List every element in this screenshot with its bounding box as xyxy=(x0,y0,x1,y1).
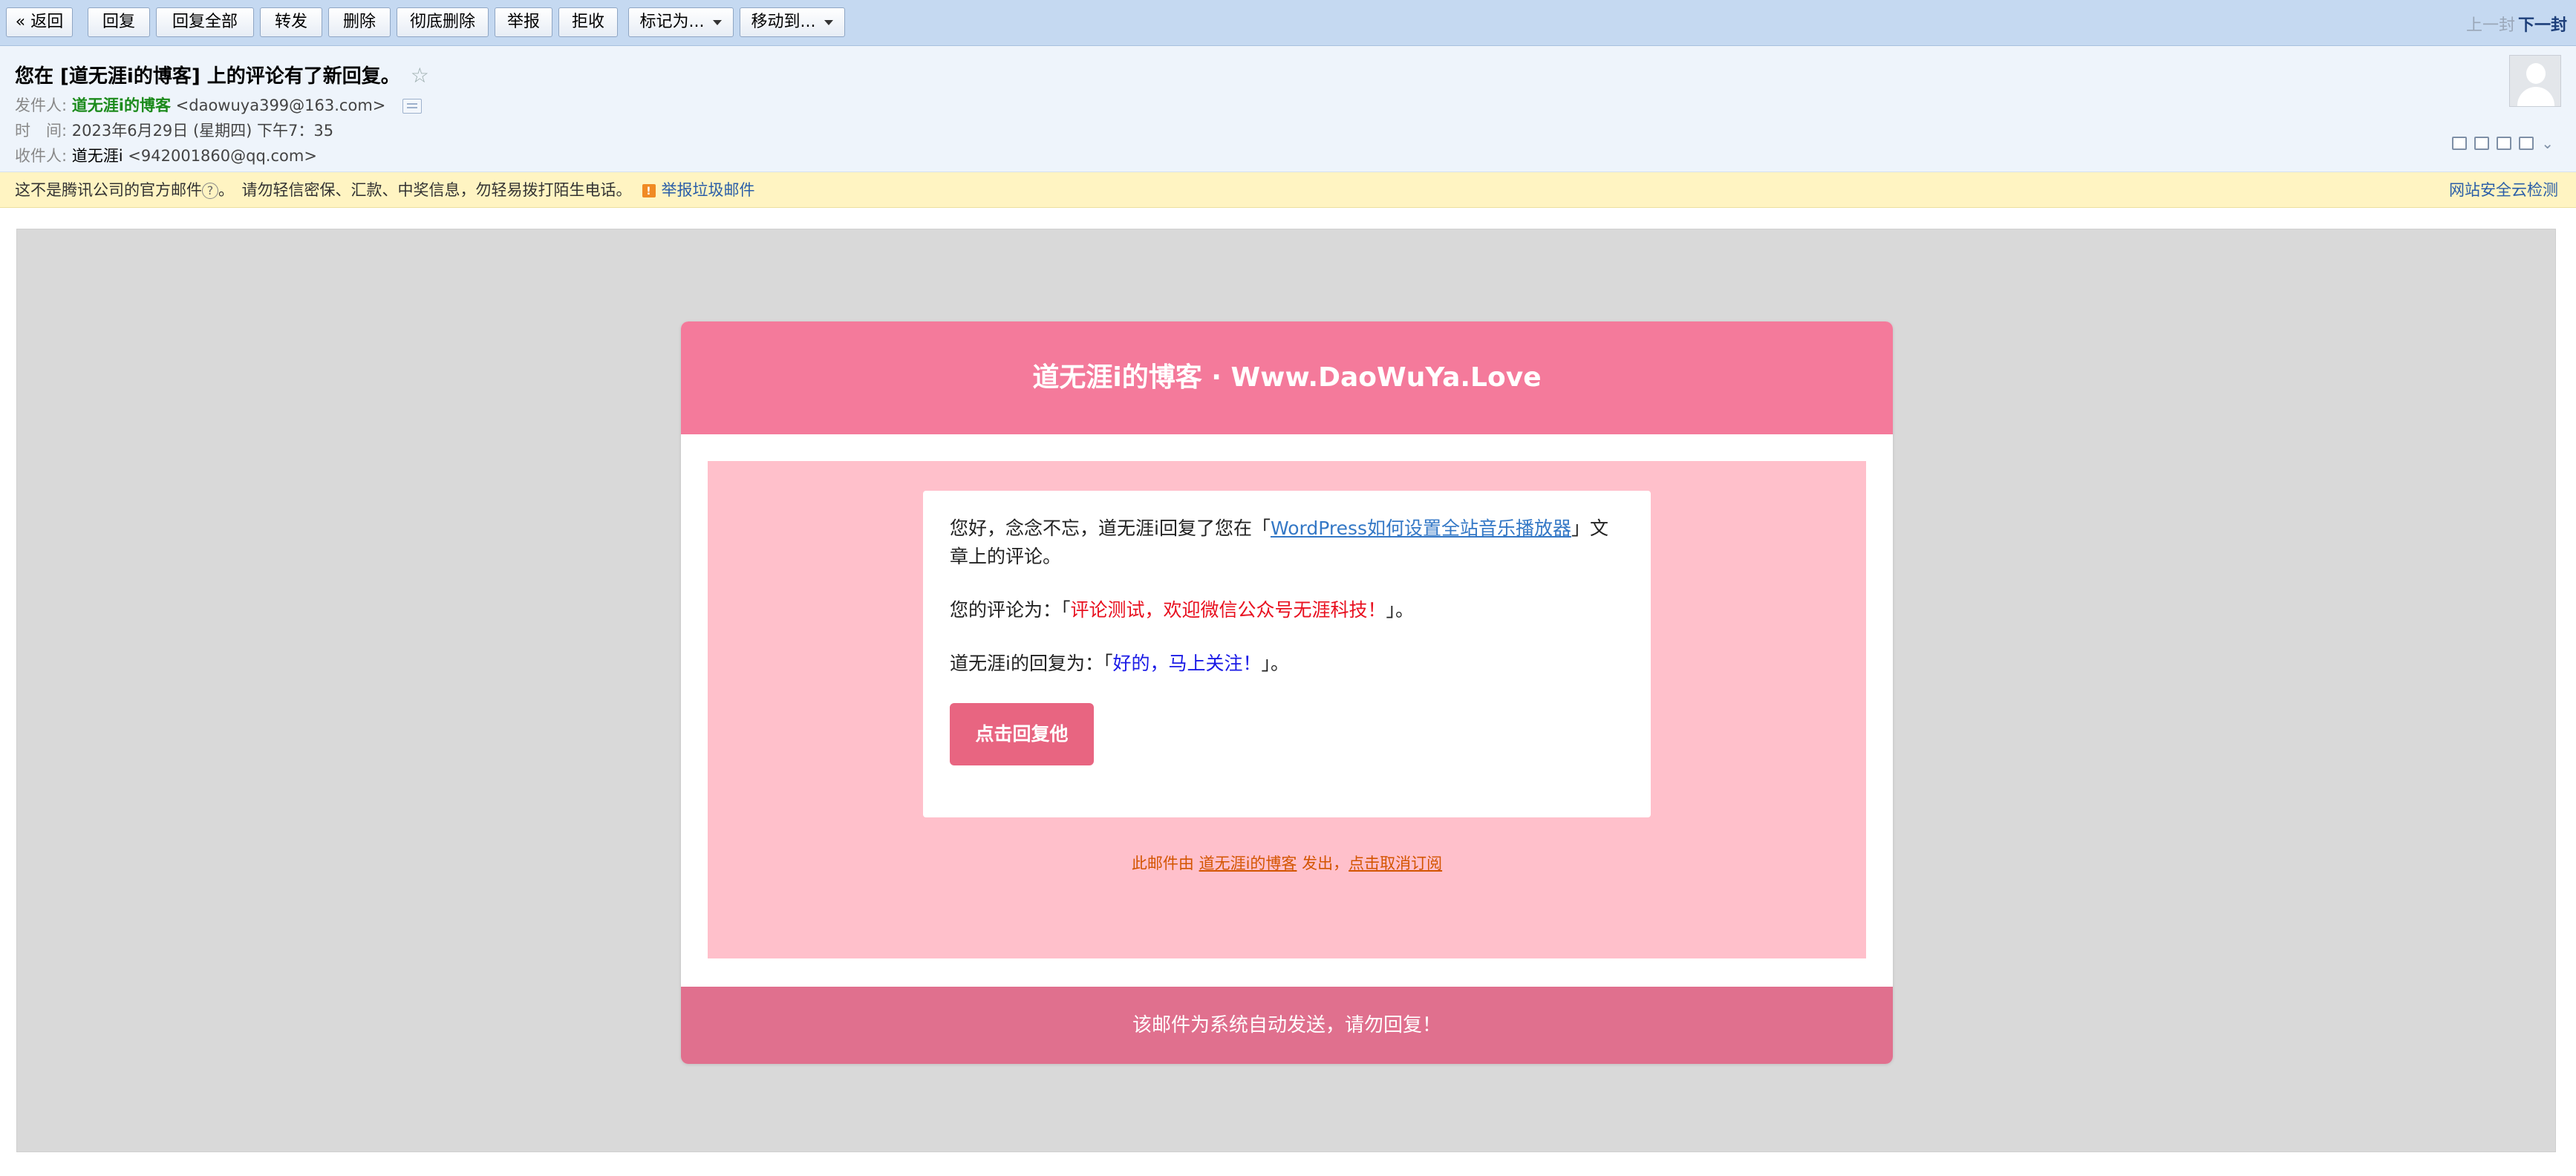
delete-button[interactable]: 删除 xyxy=(328,7,391,37)
reply-him-button[interactable]: 点击回复他 xyxy=(950,703,1094,765)
article-link[interactable]: WordPress如何设置全站音乐播放器 xyxy=(1271,517,1571,539)
mail-header: 您在 [道无涯i的博客] 上的评论有了新回复。 ☆ 发件人: 道无涯i的博客 <d… xyxy=(0,46,2576,172)
mark-as-label: 标记为... xyxy=(639,13,705,31)
warning-text-1: 这不是腾讯公司的官方邮件 xyxy=(15,181,202,199)
to-row: 收件人: 道无涯i <942001860@qq.com> xyxy=(15,144,317,166)
mail-subject: 您在 [道无涯i的博客] 上的评论有了新回复。 ☆ xyxy=(15,61,429,88)
greeting-paragraph: 您好，念念不忘，道无涯i回复了您在「WordPress如何设置全站音乐播放器」文… xyxy=(950,514,1624,571)
from-label: 发件人: xyxy=(15,97,68,114)
recipient-email: <942001860@qq.com> xyxy=(128,147,317,165)
star-icon[interactable]: ☆ xyxy=(411,63,429,88)
avatar xyxy=(2509,55,2561,107)
to-label: 收件人: xyxy=(15,147,68,165)
sender-email: <daowuya399@163.com> xyxy=(175,97,386,114)
footnote-middle: 发出， xyxy=(1297,855,1349,872)
email-card-title: 道无涯i的博客 · Www.DaoWuYa.Love xyxy=(681,321,1893,434)
chevron-down-icon[interactable]: ⌄ xyxy=(2541,136,2554,151)
header-tools: ⌄ xyxy=(2452,136,2554,151)
time-row: 时 间: 2023年6月29日 (星期四) 下午7：35 xyxy=(15,119,333,141)
unsubscribe-link[interactable]: 点击取消订阅 xyxy=(1349,855,1442,872)
email-footnote: 此邮件由 道无涯i的博客 发出，点击取消订阅 xyxy=(708,852,1866,874)
time-label: 时 间: xyxy=(15,122,68,140)
reply-paragraph: 道无涯i的回复为：「好的，马上关注！」。 xyxy=(950,650,1624,678)
greeting-before: 您好，念念不忘，道无涯i回复了您在「 xyxy=(950,517,1271,539)
reply-label: 道无涯i的回复为：「 xyxy=(950,653,1113,674)
email-card: 道无涯i的博客 · Www.DaoWuYa.Love 您好，念念不忘，道无涯i回… xyxy=(681,321,1893,1064)
email-body-canvas: 道无涯i的博客 · Www.DaoWuYa.Love 您好，念念不忘，道无涯i回… xyxy=(16,229,2556,1152)
subject-text: 您在 [道无涯i的博客] 上的评论有了新回复。 xyxy=(15,65,400,88)
comment-paragraph: 您的评论为：「评论测试，欢迎微信公众号无涯科技！」。 xyxy=(950,596,1624,624)
comment-end: 」。 xyxy=(1386,599,1415,621)
reply-button[interactable]: 回复 xyxy=(88,7,150,37)
warning-text-2: 。 请勿轻信密保、汇款、中奖信息，勿轻易拨打陌生电话。 xyxy=(218,181,632,199)
prev-mail-link[interactable]: 上一封 xyxy=(2466,12,2515,36)
reply-text: 好的，马上关注！ xyxy=(1112,653,1262,674)
reply-end: 」。 xyxy=(1261,653,1289,674)
reject-button[interactable]: 拒收 xyxy=(558,7,618,37)
blog-link[interactable]: 道无涯i的博客 xyxy=(1199,855,1297,872)
comment-label: 您的评论为：「 xyxy=(950,599,1071,621)
delete-permanently-button[interactable]: 彻底删除 xyxy=(397,7,489,37)
report-spam-link[interactable]: 举报垃圾邮件 xyxy=(662,181,755,199)
report-button[interactable]: 举报 xyxy=(495,7,552,37)
move-to-label: 移动到... xyxy=(751,13,816,31)
comment-text: 评论测试，欢迎微信公众号无涯科技！ xyxy=(1070,599,1386,621)
move-to-dropdown[interactable]: 移动到... xyxy=(740,7,845,37)
new-window-icon[interactable] xyxy=(2452,137,2468,150)
sender-name[interactable]: 道无涯i的博客 xyxy=(72,97,171,114)
reply-all-button[interactable]: 回复全部 xyxy=(156,7,254,37)
email-card-footer: 该邮件为系统自动发送，请勿回复！ xyxy=(681,987,1893,1064)
message-box: 您好，念念不忘，道无涯i回复了您在「WordPress如何设置全站音乐播放器」文… xyxy=(923,491,1651,817)
report-icon xyxy=(642,174,656,209)
chevron-down-icon xyxy=(824,19,834,25)
warning-message: 这不是腾讯公司的官方邮件?。 请勿轻信密保、汇款、中奖信息，勿轻易拨打陌生电话。… xyxy=(15,172,755,209)
export-icon[interactable] xyxy=(2497,137,2512,150)
security-warning-bar: 这不是腾讯公司的官方邮件?。 请勿轻信密保、汇款、中奖信息，勿轻易拨打陌生电话。… xyxy=(0,172,2576,209)
view-source-icon[interactable] xyxy=(2474,137,2490,150)
mark-as-dropdown[interactable]: 标记为... xyxy=(628,7,734,37)
print-icon[interactable] xyxy=(2519,137,2534,150)
forward-button[interactable]: 转发 xyxy=(260,7,322,37)
from-row: 发件人: 道无涯i的博客 <daowuya399@163.com> xyxy=(15,94,423,116)
pink-panel: 您好，念念不忘，道无涯i回复了您在「WordPress如何设置全站音乐播放器」文… xyxy=(708,461,1866,958)
back-button[interactable]: « 返回 xyxy=(6,7,73,37)
mail-toolbar: « 返回 回复 回复全部 转发 删除 彻底删除 举报 拒收 标记为... 移动到… xyxy=(0,0,2576,46)
chevron-down-icon xyxy=(713,19,723,25)
add-contact-icon[interactable] xyxy=(402,99,423,114)
recipient-name[interactable]: 道无涯i xyxy=(72,147,123,165)
security-check-link[interactable]: 网站安全云检测 xyxy=(2449,172,2558,208)
footnote-before: 此邮件由 xyxy=(1131,855,1199,872)
next-mail-link[interactable]: 下一封 xyxy=(2518,12,2567,36)
help-icon[interactable]: ? xyxy=(202,183,218,199)
time-value: 2023年6月29日 (星期四) 下午7：35 xyxy=(71,122,334,140)
